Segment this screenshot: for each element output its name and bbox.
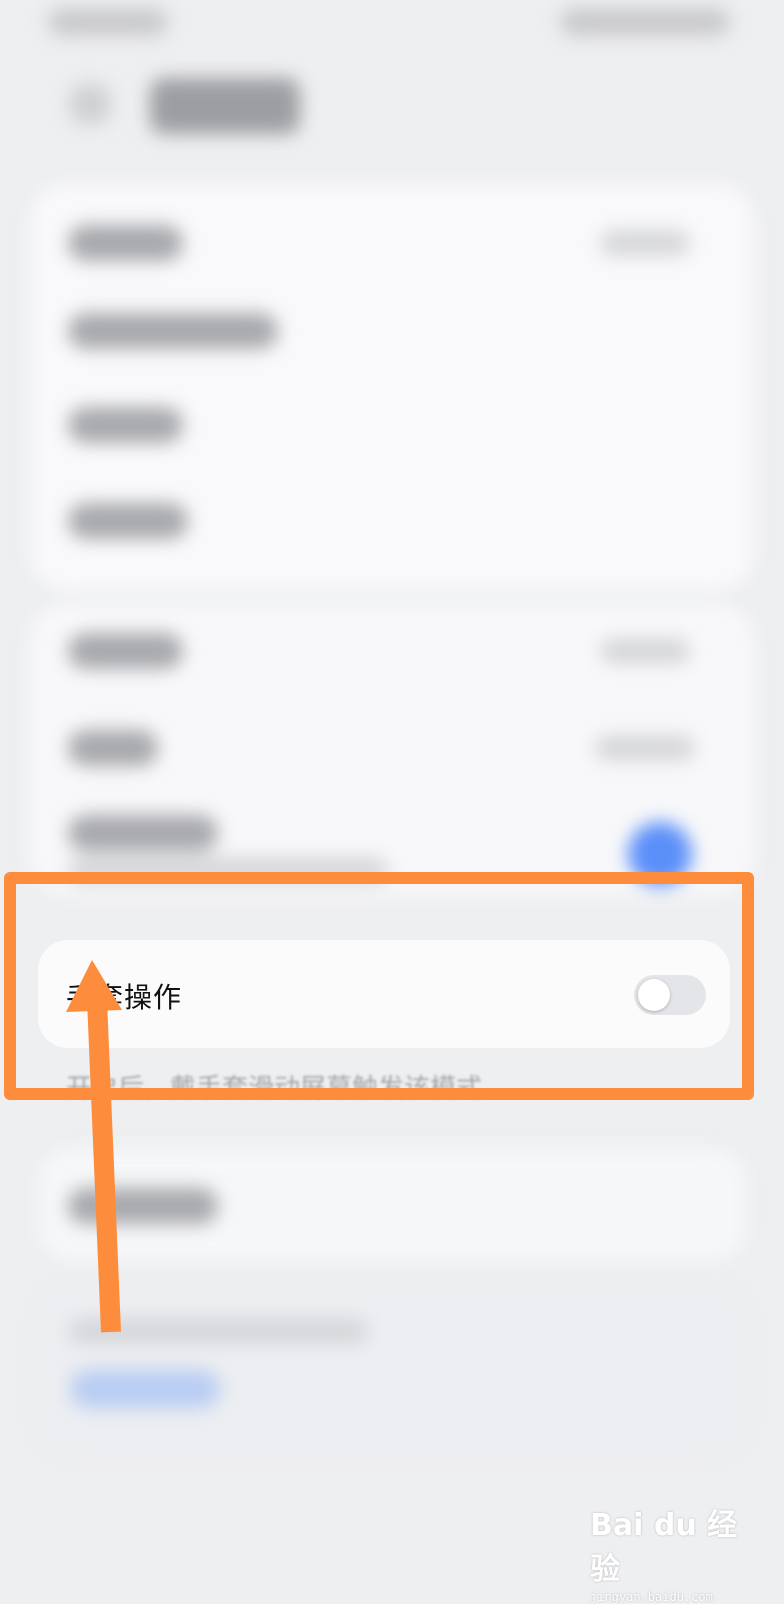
arrow-shaft	[87, 999, 121, 1333]
annotation-arrow	[66, 960, 122, 1333]
watermark-logo: Bai du 经验	[590, 1508, 738, 1587]
watermark-url: jingyan.baidu.com	[590, 1590, 713, 1604]
baidu-watermark: Bai du 经验 jingyan.baidu.com	[590, 1500, 750, 1604]
arrow-head-icon	[66, 960, 122, 1012]
